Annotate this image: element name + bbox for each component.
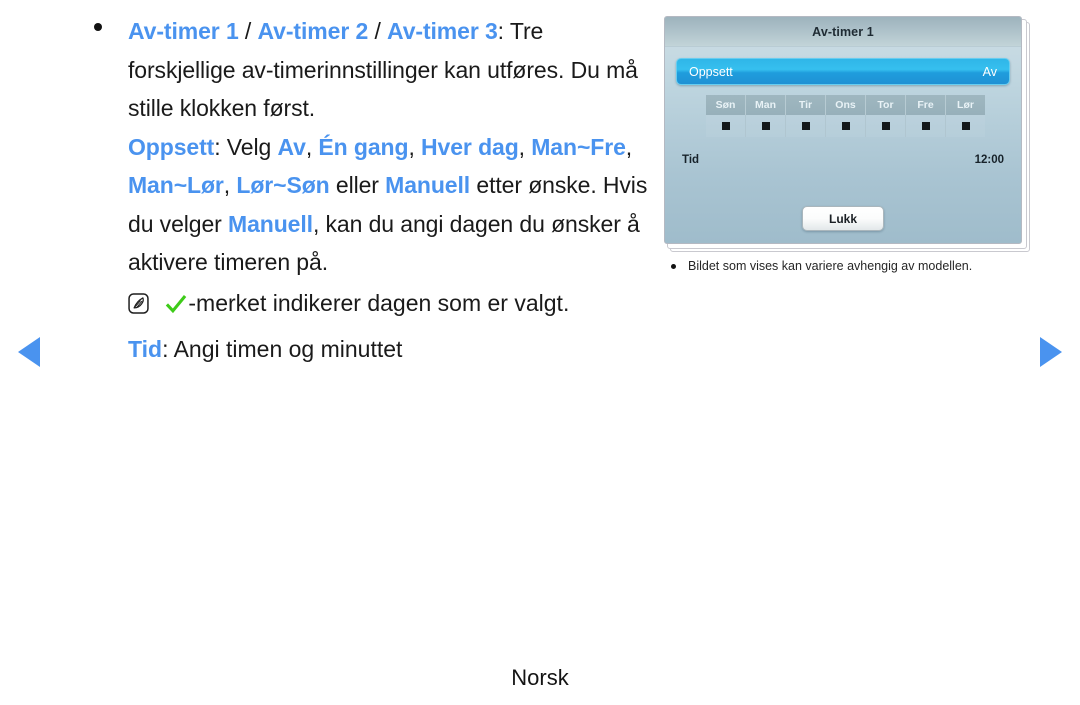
caption-line-2: modellen. [918, 259, 973, 273]
osd-panel: Av-timer 1 Oppsett Av Søn Man Tir Ons To… [664, 16, 1022, 244]
checkbox-icon-ons[interactable] [841, 122, 850, 130]
checkbox-icon-tir[interactable] [801, 122, 810, 130]
note-text: -merket indikerer dagen som er valgt. [188, 289, 570, 316]
caption-bullet-icon [671, 264, 676, 269]
term-manuell-inline: Manuell [228, 210, 313, 237]
option-lor-son: Lør~Søn [236, 172, 330, 198]
osd-day-cell-lor[interactable] [945, 115, 985, 137]
osd-body: Oppsett Av Søn Man Tir Ons Tor Fre Lør T… [665, 58, 1021, 166]
osd-row-oppsett-value: Av [982, 64, 997, 79]
term-oppsett: Oppsett [128, 133, 215, 160]
caption-line-1: Bildet som vises kan variere avhengig av [688, 259, 915, 273]
osd-row-oppsett[interactable]: Oppsett Av [676, 58, 1010, 85]
tid-text: : Angi timen og minuttet [162, 336, 403, 362]
close-button[interactable]: Lukk [802, 206, 884, 231]
term-av-timer-1: Av-timer 1 [128, 18, 239, 44]
av-timer-line2: forskjellige av-timerinnstillinger kan u… [128, 56, 565, 83]
osd-days-table: Søn Man Tir Ons Tor Fre Lør [706, 95, 985, 137]
osd-day-header-son: Søn [706, 95, 746, 115]
osd-row-tid-label: Tid [682, 154, 700, 166]
osd-day-header-tir: Tir [785, 95, 826, 115]
option-hver-dag: Hver dag [421, 133, 519, 160]
osd-day-header-tor: Tor [865, 95, 906, 115]
osd-row-oppsett-label: Oppsett [689, 64, 733, 79]
osd-day-header-ons: Ons [825, 95, 866, 115]
option-en-gang: Én gang [318, 133, 409, 160]
osd-day-header-man: Man [745, 95, 786, 115]
option-man-fre: Man~Fre [531, 133, 626, 160]
osd-day-header-fre: Fre [905, 95, 946, 115]
av-timer-line1-tail: Tre [509, 18, 544, 44]
checkbox-icon-tor[interactable] [881, 122, 890, 130]
tid-line: Tid: Angi timen og minuttet [90, 330, 650, 369]
previous-page-arrow[interactable] [18, 337, 40, 367]
osd-footer: Lukk [665, 206, 1021, 231]
osd-day-cell-ons[interactable] [825, 115, 866, 137]
av-timer-colon: : [497, 18, 510, 44]
osd-day-cell-man[interactable] [745, 115, 786, 137]
green-check-icon [165, 287, 187, 313]
term-separator-2: / [368, 18, 388, 44]
osd-days-header-row: Søn Man Tir Ons Tor Fre Lør [706, 95, 985, 115]
osd-days-checkbox-row [706, 115, 985, 137]
osd-caption: Bildet som vises kan variere avhengig av… [666, 258, 1038, 275]
oppsett-conjunction: eller [329, 172, 386, 198]
option-man-lor: Man~Lør [128, 172, 224, 198]
oppsett-tail-2: , kan du [312, 210, 394, 237]
oppsett-paragraph: Oppsett: Velg Av, Én gang, Hver dag, Man… [128, 133, 648, 276]
option-av: Av [277, 133, 306, 160]
checkbox-icon-son[interactable] [721, 122, 730, 130]
instruction-text-column: Av-timer 1 / Av-timer 2 / Av-timer 3: Tr… [90, 12, 650, 369]
checkbox-icon-man[interactable] [761, 122, 770, 130]
osd-day-cell-tor[interactable] [865, 115, 906, 137]
osd-row-tid[interactable]: Tid 12:00 [676, 154, 1010, 166]
osd-day-cell-son[interactable] [706, 115, 746, 137]
osd-row-tid-value: 12:00 [974, 154, 1004, 166]
osd-screenshot: Av-timer 1 Oppsett Av Søn Man Tir Ons To… [664, 16, 1030, 252]
note-line: -merket indikerer dagen som er valgt. [90, 284, 650, 323]
oppsett-intro: : Velg [214, 133, 278, 160]
term-separator-1: / [238, 18, 258, 44]
note-pen-icon [128, 287, 149, 314]
checkbox-icon-lor[interactable] [961, 122, 970, 130]
osd-day-cell-fre[interactable] [905, 115, 946, 137]
osd-title: Av-timer 1 [812, 24, 874, 39]
bullet-dot-icon [94, 23, 102, 31]
next-page-arrow[interactable] [1040, 337, 1062, 367]
term-av-timer-2: Av-timer 2 [257, 18, 369, 44]
av-timer-paragraph: Av-timer 1 / Av-timer 2 / Av-timer 3: Tr… [128, 12, 650, 128]
term-av-timer-3: Av-timer 3 [387, 18, 498, 44]
checkbox-icon-fre[interactable] [921, 122, 930, 130]
osd-day-cell-tir[interactable] [785, 115, 826, 137]
bullet-item-av-timer: Av-timer 1 / Av-timer 2 / Av-timer 3: Tr… [90, 12, 650, 282]
term-tid: Tid [128, 336, 163, 362]
page-footer-language: Norsk [511, 665, 569, 690]
osd-titlebar: Av-timer 1 [665, 17, 1021, 47]
osd-day-header-lor: Lør [945, 95, 985, 115]
option-manuell: Manuell [385, 172, 471, 198]
